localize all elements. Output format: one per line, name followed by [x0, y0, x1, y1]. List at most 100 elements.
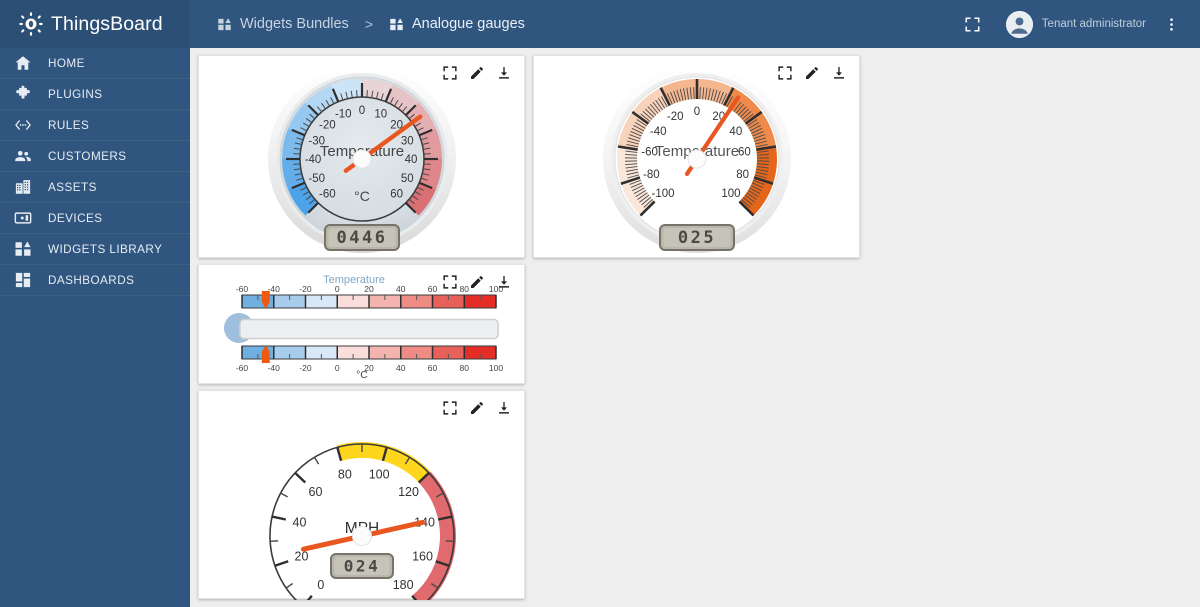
sidebar-item-devices[interactable]: DEVICES [0, 203, 190, 234]
widget-toolbar [442, 65, 512, 81]
breadcrumb-item-analogue-gauges[interactable]: Analogue gauges [389, 16, 525, 32]
sidebar-label: RULES [48, 119, 89, 132]
sidebar-item-home[interactable]: HOME [0, 48, 190, 79]
top-app-bar: ThingsBoard Widgets Bundles > [0, 0, 1200, 48]
dashboard-grid-icon [14, 271, 32, 289]
fullscreen-icon[interactable] [777, 65, 793, 81]
radial-gauge-temperature: -60-50-40-30-20-100102030405060 Temperat… [199, 56, 524, 257]
widgets-canvas: -60-50-40-30-20-100102030405060 Temperat… [190, 48, 1200, 607]
gauge-tick-label: -20 [319, 119, 336, 131]
gauge-tick-label: 100 [369, 467, 390, 481]
download-icon[interactable] [831, 65, 847, 81]
gauge-tick-label: 120 [398, 485, 419, 499]
brand-logo-block[interactable]: ThingsBoard [0, 0, 190, 48]
sidebar-label: ASSETS [48, 181, 97, 194]
download-icon[interactable] [496, 274, 512, 290]
gauge-tick-label: 60 [390, 189, 403, 201]
thermometer-tick-label: 40 [396, 363, 406, 373]
gauge-units: °C [354, 188, 370, 204]
gauge-tick-label: 80 [338, 467, 352, 481]
gauge-tick-label: 0 [317, 578, 324, 592]
sidebar-item-widgets-library[interactable]: WIDGETS LIBRARY [0, 234, 190, 265]
gauge-tick-label: 10 [374, 109, 387, 121]
widget-card-radial-gauge-temperature[interactable]: -60-50-40-30-20-100102030405060 Temperat… [198, 55, 525, 258]
thermometer-tick-label: 40 [396, 284, 406, 294]
gauge-tick-label: 40 [405, 154, 418, 166]
sidebar-item-assets[interactable]: ASSETS [0, 172, 190, 203]
gauge-tick-label: 50 [401, 173, 414, 185]
radial-gauge-speedometer: 020406080100120140160180 MPH 024 [199, 391, 524, 598]
sidebar-label: PLUGINS [48, 88, 102, 101]
fullscreen-icon[interactable] [954, 5, 992, 43]
pencil-edit-icon[interactable] [804, 65, 820, 81]
thermometer-tick-label: 20 [364, 284, 374, 294]
fullscreen-icon[interactable] [442, 65, 458, 81]
gauge-tick-label: 0 [694, 106, 700, 118]
breadcrumb-separator: > [365, 16, 373, 32]
gauge-tick-label: 20 [294, 550, 308, 564]
thermometer-title: Temperature [323, 274, 385, 286]
people-icon [14, 147, 32, 165]
brand-name: ThingsBoard [51, 13, 163, 36]
thermometer-tick-label: -60 [236, 284, 249, 294]
sidebar-item-customers[interactable]: CUSTOMERS [0, 141, 190, 172]
thermometer-tick-label: -60 [236, 363, 249, 373]
thermometer-tick-label: 0 [335, 284, 340, 294]
gauge-tick-label: 60 [308, 485, 322, 499]
widgets-grid-icon [217, 17, 232, 32]
thermometer-tick-label: -40 [268, 363, 281, 373]
widget-card-horizontal-thermometer[interactable]: Temperature -60-40-20020406080100 -60-40… [198, 264, 525, 384]
sidebar-label: HOME [48, 57, 85, 70]
gauge-lcd-value: 025 [678, 228, 716, 248]
pencil-edit-icon[interactable] [469, 65, 485, 81]
device-icon [14, 209, 32, 227]
thermometer-tick-label: -20 [299, 284, 312, 294]
thermometer-tick-label: 100 [489, 363, 503, 373]
gauge-tick-label: -40 [650, 126, 667, 138]
user-name-label: Tenant administrator [1042, 18, 1146, 30]
thermometer-units: °C [356, 369, 368, 381]
sidebar-item-dashboards[interactable]: DASHBOARDS [0, 265, 190, 296]
gauge-tick-label: 100 [721, 188, 740, 200]
thermometer-tick-label: -20 [299, 363, 312, 373]
thermometer-tick-label: 0 [335, 363, 340, 373]
gauge-tick-label: 0 [359, 105, 365, 117]
home-icon [14, 54, 32, 72]
download-icon[interactable] [496, 65, 512, 81]
thermometer-tick-label: 60 [428, 284, 438, 294]
puzzle-icon [14, 85, 32, 103]
pencil-edit-icon[interactable] [469, 274, 485, 290]
gauge-lcd-value: 024 [344, 557, 380, 576]
sidebar-item-rules[interactable]: RULES [0, 110, 190, 141]
gauge-value-display: 0446 [325, 225, 399, 250]
account-circle-icon [1006, 11, 1033, 38]
widget-card-radial-gauge-temperature-orange[interactable]: -100-80-60-40-20020406080100 Temperature… [533, 55, 860, 258]
breadcrumb: Widgets Bundles > Analogue gauges [217, 16, 954, 32]
gauge-tick-label: -20 [667, 111, 684, 123]
gauge-tick-label: 160 [412, 550, 433, 564]
widget-toolbar [777, 65, 847, 81]
sidebar-item-plugins[interactable]: PLUGINS [0, 79, 190, 110]
gauge-value-display: 024 [331, 554, 393, 578]
fullscreen-icon[interactable] [442, 274, 458, 290]
gauge-tick-label: 180 [393, 578, 414, 592]
sidebar-label: CUSTOMERS [48, 150, 127, 163]
user-menu[interactable]: Tenant administrator [1006, 11, 1146, 38]
widgets-grid-icon [14, 240, 32, 258]
gear-bug-logo-icon [18, 11, 44, 37]
gauge-tick-label: -60 [319, 189, 336, 201]
download-icon[interactable] [496, 400, 512, 416]
widgets-grid-icon [389, 17, 404, 32]
widget-card-radial-gauge-speedometer[interactable]: 020406080100120140160180 MPH 024 [198, 390, 525, 599]
breadcrumb-item-widgets-bundles[interactable]: Widgets Bundles [217, 16, 349, 32]
sidebar-nav: HOME PLUGINS RULES [0, 48, 190, 607]
gauge-value-display: 025 [660, 225, 734, 250]
gauge-tick-label: -80 [643, 169, 660, 181]
breadcrumb-label: Analogue gauges [412, 16, 525, 32]
pencil-edit-icon[interactable] [469, 400, 485, 416]
more-vertical-icon[interactable] [1152, 5, 1190, 43]
sidebar-label: DEVICES [48, 212, 102, 225]
thermometer-tick-label: 60 [428, 363, 438, 373]
sidebar-label: WIDGETS LIBRARY [48, 243, 162, 256]
fullscreen-icon[interactable] [442, 400, 458, 416]
